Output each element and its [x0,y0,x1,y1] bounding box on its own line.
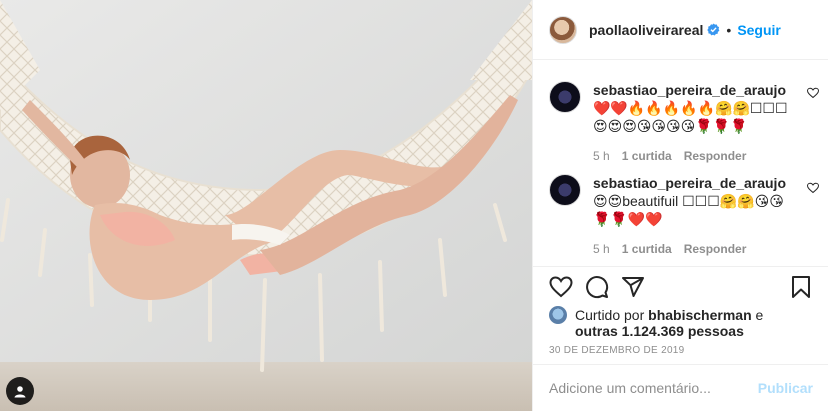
commenter-avatar[interactable] [549,81,581,113]
comment-time[interactable]: 5 h [593,242,610,256]
likes-summary: Curtido por bhabischerman e outras 1.124… [549,304,819,340]
bookmark-icon[interactable] [789,275,813,299]
likes-count-link[interactable]: outras 1.124.369 pessoas [575,323,744,339]
owner-avatar[interactable] [549,15,577,44]
liker-avatar[interactable] [549,306,567,324]
post-header: paollaoliveirareal • Seguir [533,0,828,60]
post-actions-bar [533,266,828,306]
post-side-panel: paollaoliveirareal • Seguir sebastiao_pe… [532,0,828,411]
comments-list[interactable]: sebastiao_pereira_de_araujo ❤️❤️🔥🔥🔥🔥🔥🤗🤗☐… [533,61,828,266]
hammock-photo-illustration [0,0,532,411]
comment-icon[interactable] [585,275,609,299]
header-separator: • [726,21,732,38]
likes-prefix: Curtido por [575,307,645,323]
heart-icon[interactable] [549,275,573,299]
comment-like-count[interactable]: 1 curtida [622,149,672,163]
comment-heart-icon[interactable] [807,87,819,99]
comment-input[interactable] [549,380,749,396]
post-date[interactable]: 30 DE DEZEMBRO DE 2019 [549,345,685,356]
owner-username[interactable]: paollaoliveirareal [589,22,703,38]
comment-time[interactable]: 5 h [593,149,610,163]
comment-composer: Publicar [533,364,828,411]
reply-button[interactable]: Responder [684,149,747,163]
publish-button[interactable]: Publicar [758,380,813,396]
share-icon[interactable] [621,275,645,299]
reply-button[interactable]: Responder [684,242,747,256]
verified-badge-icon [707,23,720,36]
likes-conjunction: e [755,307,764,323]
comment-text: 😍😍beautifuil ☐☐☐🤗🤗😘😘🌹🌹❤️❤️ [593,193,784,227]
user-tag-icon[interactable] [6,377,34,405]
post-photo[interactable] [0,0,532,411]
liked-by-user[interactable]: bhabischerman [648,307,751,323]
commenter-avatar[interactable] [549,174,581,206]
comment-username[interactable]: sebastiao_pereira_de_araujo [593,174,793,192]
comment-heart-icon[interactable] [807,182,819,194]
comment-text: ❤️❤️🔥🔥🔥🔥🔥🤗🤗☐☐☐😍😍😍😘😘😘😘🌹🌹🌹 [593,100,788,134]
comment-like-count[interactable]: 1 curtida [622,242,672,256]
follow-button[interactable]: Seguir [737,22,781,38]
comment-username[interactable]: sebastiao_pereira_de_araujo [593,81,793,99]
